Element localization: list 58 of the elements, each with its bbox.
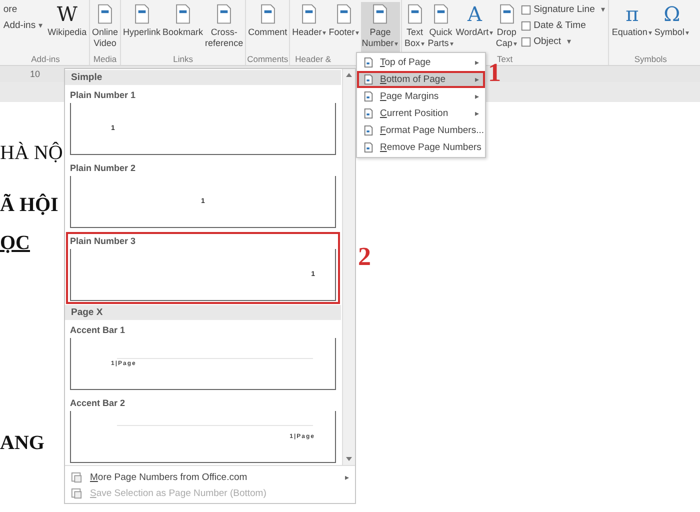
scrollbar[interactable] [342, 69, 355, 465]
submenu-arrow: ▸ [475, 109, 479, 118]
item-label: Plain Number 2 [70, 162, 137, 175]
item-label: Accent Bar 1 [70, 324, 126, 337]
menu-item[interactable]: Current Position ▸ [357, 105, 485, 122]
glyph-icon: π [626, 3, 639, 27]
ruler-mark: 10 [30, 69, 40, 79]
ribbon-button[interactable]: Online Video [91, 2, 120, 54]
menu-item[interactable]: Remove Page Numbers [357, 139, 485, 156]
ribbon-button[interactable]: W Wikipedia [46, 2, 88, 54]
ribbon-button[interactable]: Comment [247, 2, 288, 54]
document-text: HÀ NỘ [0, 142, 63, 165]
glyph-icon: W [56, 3, 78, 27]
ribbon-button[interactable]: Object ▾ [518, 34, 607, 49]
page-icon [363, 108, 374, 119]
ribbon-button[interactable]: Cross-reference [204, 2, 244, 54]
submenu-arrow: ▸ [345, 472, 349, 482]
page-icon [363, 91, 374, 102]
page-icon [363, 57, 374, 68]
section-heading: Page X [65, 305, 341, 320]
group-label: Links [173, 54, 193, 66]
scroll-down-icon[interactable] [345, 455, 353, 463]
document-text: ỌC [0, 232, 30, 255]
page-icon [71, 472, 82, 482]
ribbon-button[interactable]: Signature Line ▾ [518, 2, 607, 17]
item-label: Plain Number 1 [70, 89, 137, 102]
glyph-icon: Ω [664, 3, 680, 27]
ribbon-button[interactable]: Bookmark [162, 2, 204, 54]
group-label: Add-ins [31, 54, 60, 66]
submenu-arrow: ▸ [475, 75, 479, 84]
ribbon-button[interactable]: Date & Time [518, 18, 607, 33]
menu-item[interactable]: Bottom of Page ▸ [357, 71, 485, 88]
item-label: Plain Number 3 [70, 235, 137, 248]
ribbon-button[interactable]: ore [3, 2, 43, 17]
section-heading: Simple [65, 70, 341, 85]
page-icon [363, 142, 374, 153]
group-label: Header & [295, 54, 332, 66]
submenu-arrow: ▸ [475, 92, 479, 101]
group-label: Text [497, 54, 513, 64]
step-number: 2 [358, 242, 371, 272]
submenu-arrow: ▸ [475, 58, 479, 67]
document-text: ANG [0, 432, 44, 455]
ribbon-button[interactable]: Add-ins ▾ [3, 18, 43, 33]
menu-item[interactable]: Page Margins ▸ [357, 88, 485, 105]
menu-item[interactable]: Top of Page ▸ [357, 54, 485, 71]
ribbon-button[interactable]: Hyperlink [122, 2, 162, 54]
group-label: Comments [247, 54, 288, 66]
group-label: Symbols [634, 54, 667, 66]
glyph-icon: A [467, 3, 482, 27]
item-label: Accent Bar 2 [70, 397, 126, 410]
menu-item[interactable]: Format Page Numbers... [357, 122, 485, 139]
group-label: Media [93, 54, 117, 66]
page-icon [363, 125, 374, 136]
page-icon [363, 74, 374, 85]
menu-item[interactable]: More Page Numbers from Office.com ▸ [65, 469, 355, 485]
document-text: Ã HỘI [0, 194, 58, 217]
scroll-up-icon[interactable] [345, 71, 353, 79]
page-icon [71, 488, 82, 498]
